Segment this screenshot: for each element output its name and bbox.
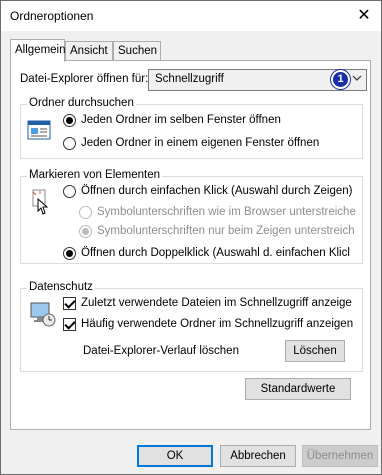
title-bar: Ordneroptionen ✕ bbox=[1, 1, 381, 31]
tab-suchen[interactable]: Suchen bbox=[113, 41, 161, 61]
close-icon[interactable]: ✕ bbox=[347, 1, 381, 31]
underline-hover-label[interactable]: Symbolunterschriften nur beim Zeigen unt… bbox=[97, 225, 355, 237]
underline-browser-label[interactable]: Symbolunterschriften wie im Browser unte… bbox=[97, 206, 356, 218]
step-badge: 1 bbox=[331, 70, 350, 89]
double-click-radio[interactable] bbox=[63, 247, 76, 260]
browse-folders-group: Ordner durchsuchen Jeden Ordner im selbe… bbox=[20, 97, 363, 159]
same-window-radio[interactable] bbox=[63, 114, 76, 127]
single-click-label[interactable]: Öffnen durch einfachen Klick (Auswahl du… bbox=[81, 185, 352, 197]
click-items-options: Öffnen durch einfachen Klick (Auswahl du… bbox=[63, 177, 363, 265]
frequent-folders-checkbox[interactable] bbox=[63, 318, 76, 331]
recent-files-label[interactable]: Zuletzt verwendete Dateien im Schnellzug… bbox=[81, 297, 352, 309]
pointer-hand-icon bbox=[30, 189, 54, 220]
single-click-radio[interactable] bbox=[63, 185, 76, 198]
folder-window-icon bbox=[27, 119, 53, 146]
tab-ansicht[interactable]: Ansicht bbox=[65, 41, 113, 61]
privacy-options: Zuletzt verwendete Dateien im Schnellzug… bbox=[63, 289, 363, 334]
tab-panel-general: Datei-Explorer öffnen für: Schnellzugrif… bbox=[10, 60, 371, 430]
privacy-group: Datenschutz Zuletzt verwendete Dateien i… bbox=[20, 281, 363, 372]
window-title: Ordneroptionen bbox=[10, 9, 94, 23]
same-window-label[interactable]: Jeden Ordner im selben Fenster öffnen bbox=[81, 114, 281, 126]
folder-options-dialog: Ordneroptionen ✕ Allgemein Ansicht Suche… bbox=[0, 0, 382, 475]
underline-hover-radio[interactable] bbox=[79, 225, 92, 238]
double-click-label[interactable]: Öffnen durch Doppelklick (Auswahl d. ein… bbox=[81, 247, 350, 259]
cancel-button[interactable]: Abbrechen bbox=[220, 445, 296, 467]
chevron-down-icon bbox=[352, 73, 362, 86]
own-window-label[interactable]: Jeden Ordner in einem eigenen Fenster öf… bbox=[81, 137, 319, 149]
explorer-open-value: Schnellzugriff bbox=[155, 73, 224, 85]
clear-history-label: Datei-Explorer-Verlauf löschen bbox=[83, 345, 239, 357]
browse-folders-title: Ordner durchsuchen bbox=[27, 97, 136, 109]
own-window-radio[interactable] bbox=[63, 137, 76, 150]
clear-history-button[interactable]: Löschen bbox=[285, 340, 345, 362]
tab-allgemein[interactable]: Allgemein bbox=[10, 39, 66, 62]
privacy-computer-icon bbox=[29, 301, 57, 332]
restore-defaults-button[interactable]: Standardwerte bbox=[245, 378, 351, 400]
explorer-open-label: Datei-Explorer öffnen für: bbox=[20, 73, 149, 85]
underline-browser-radio[interactable] bbox=[79, 206, 92, 219]
click-items-group: Markieren von Elementen Öffnen durch ein… bbox=[20, 169, 363, 265]
frequent-folders-label[interactable]: Häufig verwendete Ordner im Schnellzugri… bbox=[81, 318, 353, 330]
recent-files-checkbox[interactable] bbox=[63, 297, 76, 310]
ok-button[interactable]: OK bbox=[137, 445, 213, 467]
apply-button[interactable]: Übernehmen bbox=[302, 445, 378, 467]
